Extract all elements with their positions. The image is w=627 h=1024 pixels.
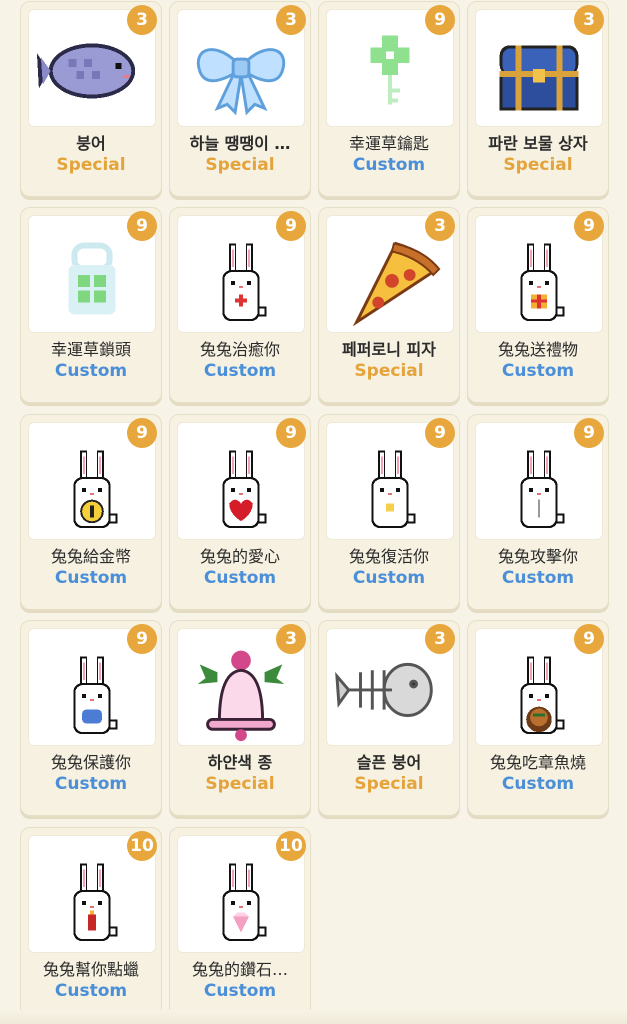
quantity-badge: 9 [425,418,455,448]
item-type-label: Custom [54,774,128,794]
item-card[interactable]: 9 幸運草鑰匙 Custom [318,1,460,197]
item-name: 兔兔給金幣 [50,547,131,566]
item-name: 파란 보물 상자 [488,134,588,153]
item-card[interactable]: 9 兔兔保護你 Custom [20,620,162,816]
quantity-badge: 9 [574,418,604,448]
item-type-label: Custom [54,361,128,381]
item-card[interactable]: 3 파란 보물 상자 Special [467,1,609,197]
item-type-label: Special [205,774,275,794]
item-type-label: Special [56,155,126,175]
quantity-badge: 9 [425,5,455,35]
quantity-badge: 9 [574,211,604,241]
quantity-badge: 9 [574,624,604,654]
item-card[interactable]: 9 兔兔吃章魚燒 Custom [467,620,609,816]
bottom-edge [0,1010,627,1024]
item-type-label: Special [354,774,424,794]
item-name: 兔兔的鑽石… [191,960,288,979]
item-card[interactable]: 3 하늘 땡땡이 … Special [169,1,311,197]
quantity-badge: 9 [127,624,157,654]
item-name: 兔兔幫你點蠟 [42,960,139,979]
item-name: 兔兔攻擊你 [497,547,578,566]
item-name: 하늘 땡땡이 … [189,134,291,153]
item-card[interactable]: 9 兔兔的愛心 Custom [169,414,311,610]
item-card[interactable]: 3 하얀색 종 Special [169,620,311,816]
item-name: 兔兔的愛心 [199,547,280,566]
item-card[interactable]: 10 兔兔的鑽石… Custom [169,827,311,1023]
item-type-label: Custom [352,155,426,175]
quantity-badge: 9 [127,211,157,241]
quantity-badge: 3 [425,211,455,241]
item-name: 兔兔保護你 [50,753,131,772]
quantity-badge: 3 [425,624,455,654]
quantity-badge: 9 [276,211,306,241]
quantity-badge: 9 [127,418,157,448]
quantity-badge: 3 [127,5,157,35]
item-type-label: Special [354,361,424,381]
item-card[interactable]: 3 슬픈 붕어 Special [318,620,460,816]
quantity-badge: 3 [276,5,306,35]
item-type-label: Special [503,155,573,175]
item-name: 幸運草鑰匙 [348,134,429,153]
item-name: 兔兔治癒你 [199,340,280,359]
item-name: 하얀색 종 [207,753,273,772]
quantity-badge: 3 [276,624,306,654]
item-type-label: Custom [203,361,277,381]
item-name: 슬픈 붕어 [356,753,422,772]
quantity-badge: 3 [574,5,604,35]
item-card[interactable]: 9 兔兔給金幣 Custom [20,414,162,610]
item-type-label: Custom [54,568,128,588]
quantity-badge: 10 [127,831,157,861]
item-type-label: Custom [203,981,277,1001]
item-type-label: Custom [501,774,575,794]
item-card[interactable]: 9 幸運草鎖頭 Custom [20,207,162,403]
item-name: 幸運草鎖頭 [50,340,131,359]
item-name: 兔兔吃章魚燒 [489,753,586,772]
item-type-label: Custom [501,361,575,381]
item-grid: 3 붕어 Special 3 하늘 땡땡이 … Special 9 幸運草鑰匙 Custom [0,0,627,1024]
item-type-label: Custom [54,981,128,1001]
item-card[interactable]: 9 兔兔送禮物 Custom [467,207,609,403]
item-card[interactable]: 3 페퍼로니 피자 Special [318,207,460,403]
item-name: 兔兔送禮物 [497,340,578,359]
item-name: 페퍼로니 피자 [342,340,436,359]
item-card[interactable]: 9 兔兔攻擊你 Custom [467,414,609,610]
item-type-label: Special [205,155,275,175]
quantity-badge: 9 [276,418,306,448]
item-name: 兔兔復活你 [348,547,429,566]
item-card[interactable]: 3 붕어 Special [20,1,162,197]
item-card[interactable]: 9 兔兔復活你 Custom [318,414,460,610]
item-type-label: Custom [203,568,277,588]
item-card[interactable]: 9 兔兔治癒你 Custom [169,207,311,403]
item-card[interactable]: 10 兔兔幫你點蠟 Custom [20,827,162,1023]
item-type-label: Custom [501,568,575,588]
quantity-badge: 10 [276,831,306,861]
item-type-label: Custom [352,568,426,588]
item-name: 붕어 [76,134,106,153]
